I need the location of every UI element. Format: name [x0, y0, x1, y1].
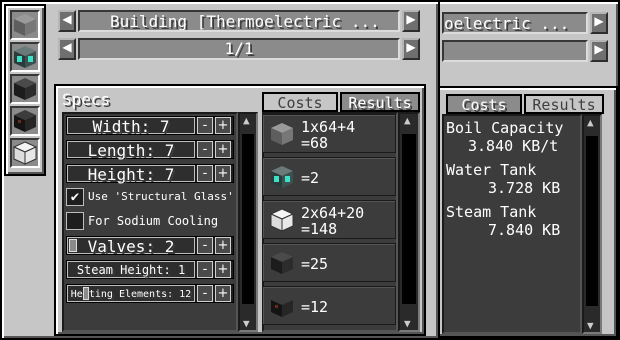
valves-minus-button[interactable]: -	[197, 237, 213, 254]
page-bar: 1/1	[78, 38, 400, 60]
tab-results[interactable]: Results	[340, 92, 420, 112]
valve-block-icon	[271, 252, 293, 274]
back-title-bar: oelectric ...	[442, 12, 588, 34]
back-page-next-button[interactable]: ▶	[590, 40, 608, 62]
casing-block-icon	[14, 14, 36, 36]
cost-item-controller: =2	[262, 157, 396, 196]
structural-glass-checkbox[interactable]: ✔	[66, 188, 84, 206]
back-scroll-thumb[interactable]	[586, 136, 598, 306]
steam-height-minus-button[interactable]: -	[197, 261, 213, 278]
controller-block-icon	[271, 166, 293, 188]
cost-casing-line1: 1x64+4	[301, 118, 356, 136]
length-row: Length: 7 - +	[66, 140, 234, 159]
cost-item-heating-element: =12	[262, 286, 396, 325]
specs-scroll-down-icon[interactable]: ▼	[243, 317, 250, 330]
steam-height-plus-button[interactable]: +	[215, 261, 231, 278]
width-plus-button[interactable]: +	[215, 117, 231, 134]
sodium-cooling-checkbox[interactable]	[66, 212, 84, 230]
height-minus-button[interactable]: -	[197, 165, 213, 182]
steam-height-row: Steam Height: 1 - +	[66, 260, 234, 279]
structural-glass-label: Use 'Structural Glass'	[88, 190, 234, 203]
specs-scroll-thumb[interactable]	[242, 134, 254, 304]
check-icon: ✔	[70, 189, 80, 205]
back-next-button[interactable]: ▶	[590, 12, 608, 34]
page-title: Building [Thermoelectric ...	[110, 12, 380, 31]
sodium-cooling-label: For Sodium Cooling	[88, 214, 219, 228]
valves-slider[interactable]: Valves: 2	[67, 237, 195, 256]
costs-scrollbar[interactable]: ▲ ▼	[398, 112, 420, 332]
back-results-scrollbar[interactable]: ▲ ▼	[582, 114, 602, 334]
cost-glass-line2: =148	[301, 220, 338, 238]
cost-item-glass: 2x64+20 =148	[262, 200, 396, 239]
valves-plus-button[interactable]: +	[215, 237, 231, 254]
prev-structure-button[interactable]: ◀	[58, 10, 76, 32]
cost-casing-line2: =68	[301, 134, 329, 152]
steam-tank-value: 7.840 KB	[488, 221, 561, 239]
glass-block-icon	[12, 141, 38, 165]
height-label: Height: 7	[67, 165, 195, 183]
water-tank-label: Water Tank	[446, 161, 537, 179]
heating-element-block-icon	[271, 295, 293, 317]
boil-capacity-label: Boil Capacity	[446, 119, 564, 137]
heating-element-block-icon	[14, 110, 36, 132]
water-tank-value: 3.728 KB	[488, 179, 561, 197]
valves-row: Valves: 2 - +	[66, 236, 234, 255]
back-tab-results[interactable]: Results	[524, 94, 604, 114]
height-row: Height: 7 - +	[66, 164, 234, 183]
heating-elements-row: Heating Elements: 12 - +	[66, 284, 234, 303]
back-page-bar	[442, 40, 588, 62]
length-label: Length: 7	[67, 141, 195, 159]
valve-block-icon	[14, 78, 36, 100]
casing-block-icon	[271, 123, 293, 145]
width-minus-button[interactable]: -	[197, 117, 213, 134]
back-tab-costs[interactable]: Costs	[446, 94, 522, 114]
sidebar-item-heating-element[interactable]	[10, 106, 40, 136]
page-indicator: 1/1	[224, 39, 254, 58]
costs-scroll-down-icon[interactable]: ▼	[404, 317, 411, 330]
heating-elements-slider-handle[interactable]	[83, 287, 89, 300]
back-title-text: oelectric ...	[444, 14, 570, 33]
sidebar-item-glass[interactable]	[10, 138, 40, 168]
cost-glass-line1: 2x64+20	[301, 204, 365, 222]
back-scroll-up-icon[interactable]: ▲	[587, 116, 594, 129]
valves-label: Valves: 2	[87, 237, 175, 256]
length-minus-button[interactable]: -	[197, 141, 213, 158]
heating-elements-minus-button[interactable]: -	[197, 285, 213, 302]
width-row: Width: 7 - +	[66, 116, 234, 135]
back-scroll-down-icon[interactable]: ▼	[587, 319, 594, 332]
sidebar-item-controller[interactable]	[10, 42, 40, 72]
length-plus-button[interactable]: +	[215, 141, 231, 158]
next-page-button[interactable]: ▶	[402, 38, 420, 60]
tab-costs[interactable]: Costs	[262, 92, 338, 112]
costs-scroll-up-icon[interactable]: ▲	[404, 114, 411, 127]
specs-heading: Specs	[62, 90, 111, 109]
cost-valve-line1: =25	[301, 255, 329, 273]
specs-scroll-up-icon[interactable]: ▲	[243, 114, 250, 127]
steam-height-label: Steam Height: 1	[67, 261, 195, 278]
boil-capacity-value: 3.840 KB/t	[468, 137, 559, 155]
results-window: oelectric ... ▶ ▶ Costs Results Boil Cap…	[420, 0, 620, 340]
cost-heating-element-line1: =12	[301, 298, 329, 316]
cost-item-casing: 1x64+4 =68	[262, 114, 396, 153]
heating-elements-plus-button[interactable]: +	[215, 285, 231, 302]
sidebar-item-valve[interactable]	[10, 74, 40, 104]
valves-slider-handle[interactable]	[69, 239, 77, 252]
costs-scroll-thumb[interactable]	[402, 134, 416, 304]
next-structure-button[interactable]: ▶	[402, 10, 420, 32]
width-label: Width: 7	[67, 117, 195, 135]
height-plus-button[interactable]: +	[215, 165, 231, 182]
prev-page-button[interactable]: ◀	[58, 38, 76, 60]
glass-block-icon	[269, 208, 295, 232]
specs-scrollbar[interactable]: ▲ ▼	[238, 112, 258, 332]
sidebar-item-casing[interactable]	[10, 10, 40, 40]
cost-controller-line1: =2	[301, 169, 320, 187]
cost-item-valve: =25	[262, 243, 396, 282]
title-bar: Building [Thermoelectric ...	[78, 10, 400, 32]
steam-tank-label: Steam Tank	[446, 203, 537, 221]
controller-block-icon	[14, 46, 36, 68]
